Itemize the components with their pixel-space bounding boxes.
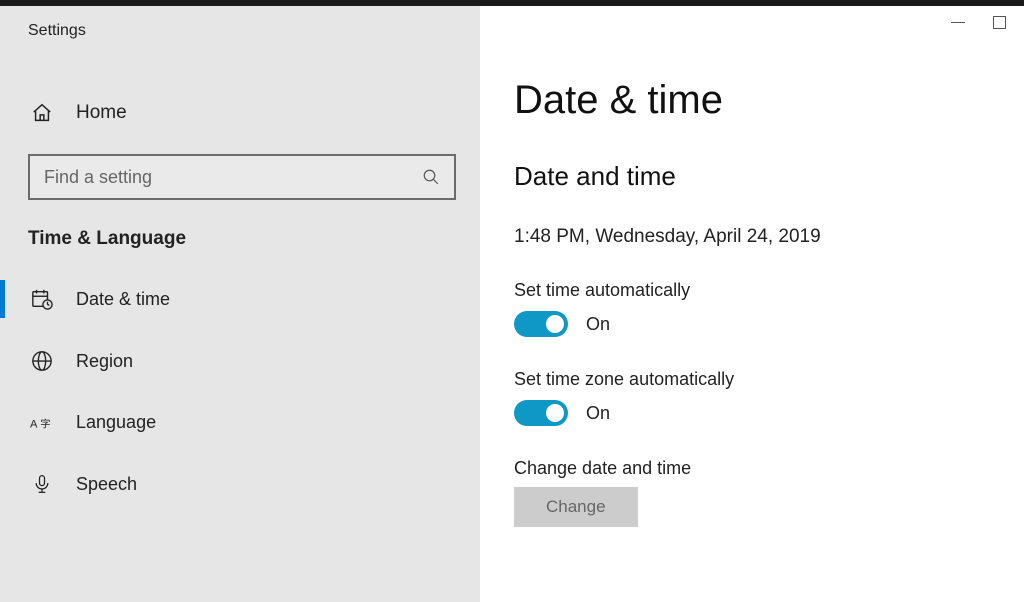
section-heading-datetime: Date and time	[514, 161, 1024, 192]
window-controls	[951, 16, 1006, 29]
auto-tz-state: On	[586, 403, 610, 424]
sidebar-item-language[interactable]: A 字 Language	[0, 392, 480, 453]
home-icon	[30, 102, 54, 124]
svg-text:字: 字	[40, 417, 50, 430]
calendar-clock-icon	[30, 288, 54, 310]
search-input[interactable]	[44, 167, 422, 188]
auto-tz-label: Set time zone automatically	[514, 369, 1024, 390]
search-box[interactable]	[28, 154, 456, 200]
content-pane: Date & time Date and time 1:48 PM, Wedne…	[480, 6, 1024, 602]
sidebar: Settings Home	[0, 6, 480, 602]
sidebar-item-label: Date & time	[76, 289, 170, 310]
sidebar-item-label: Language	[76, 412, 156, 433]
auto-time-state: On	[586, 314, 610, 335]
auto-time-row: On	[514, 311, 1024, 337]
toggle-knob	[546, 404, 564, 422]
svg-text:A: A	[30, 418, 38, 430]
sidebar-item-label: Speech	[76, 474, 137, 495]
sidebar-item-date-time[interactable]: Date & time	[0, 268, 480, 330]
page-title: Date & time	[514, 78, 1024, 123]
current-datetime: 1:48 PM, Wednesday, April 24, 2019	[514, 226, 1024, 248]
change-button[interactable]: Change	[514, 487, 638, 527]
change-datetime-label: Change date and time	[514, 458, 1024, 479]
search-container	[0, 154, 480, 200]
search-icon	[422, 168, 440, 186]
sidebar-section-title: Time & Language	[0, 200, 480, 268]
home-nav[interactable]: Home	[0, 82, 480, 144]
sidebar-item-speech[interactable]: Speech	[0, 453, 480, 515]
minimize-button[interactable]	[951, 22, 965, 23]
toggle-knob	[546, 315, 564, 333]
maximize-button[interactable]	[993, 16, 1006, 29]
language-icon: A 字	[30, 413, 54, 433]
auto-tz-row: On	[514, 400, 1024, 426]
sidebar-item-region[interactable]: Region	[0, 330, 480, 392]
app-title: Settings	[0, 6, 480, 54]
globe-icon	[30, 350, 54, 372]
auto-time-toggle[interactable]	[514, 311, 568, 337]
settings-window: Settings Home	[0, 6, 1024, 602]
microphone-icon	[30, 473, 54, 495]
auto-time-label: Set time automatically	[514, 280, 1024, 301]
auto-tz-toggle[interactable]	[514, 400, 568, 426]
home-label: Home	[76, 102, 127, 124]
sidebar-item-label: Region	[76, 351, 133, 372]
